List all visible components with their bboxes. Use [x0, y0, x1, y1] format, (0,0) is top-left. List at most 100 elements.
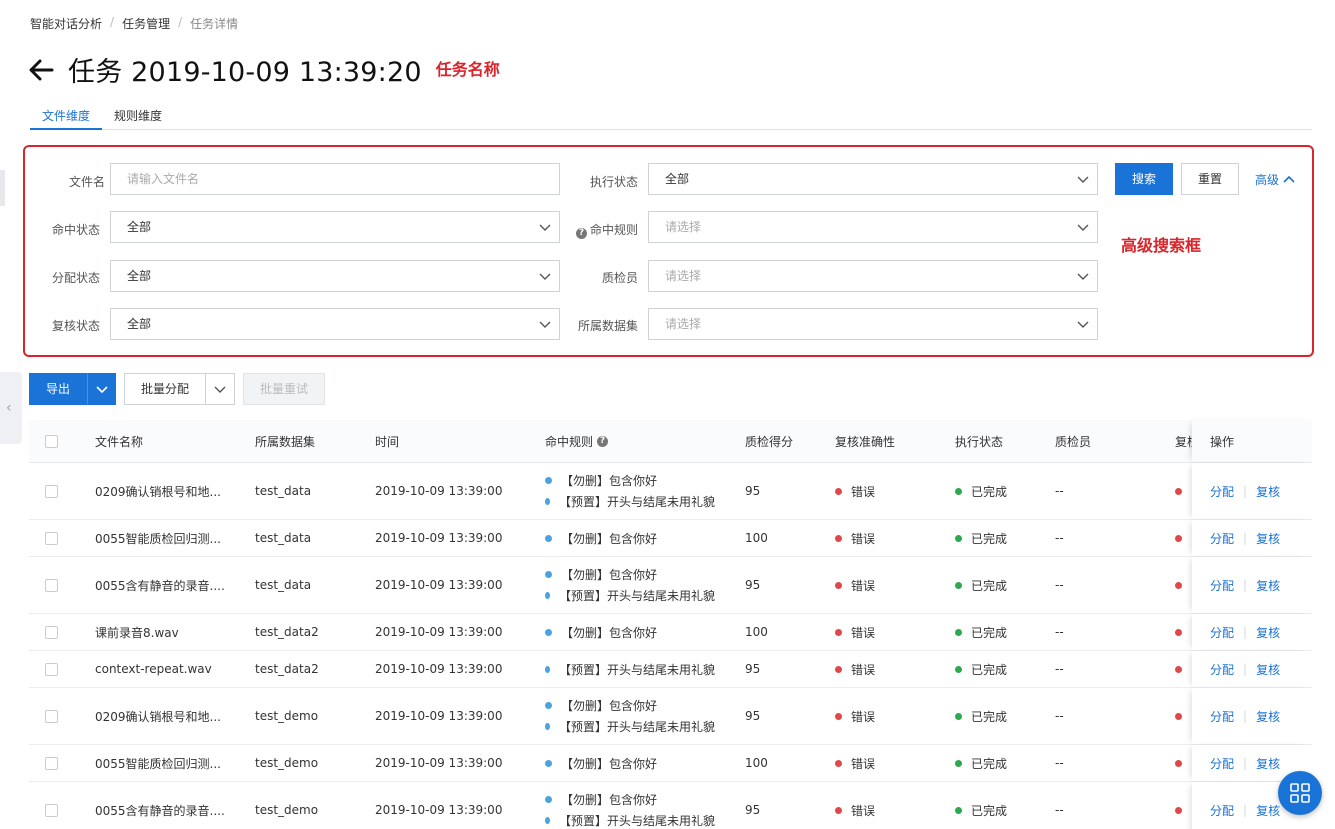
batch-assign-dropdown-button[interactable] — [205, 373, 235, 405]
file-name-input[interactable]: 请输入文件名 — [110, 163, 560, 195]
file-name-cell[interactable]: 0055含有静音的录音.... — [95, 782, 225, 829]
page-header: 任务 2019-10-09 13:39:20 任务名称 — [28, 50, 500, 89]
score-cell: 95 — [745, 662, 761, 676]
tab-file-dimension[interactable]: 文件维度 — [30, 104, 103, 130]
file-name-cell[interactable]: context-repeat.wav — [95, 651, 212, 687]
hit-rule-text: 【预置】开头与结尾未用礼貌 — [558, 662, 715, 677]
breadcrumb-item-task-management[interactable]: 任务管理 — [122, 15, 170, 32]
sidebar-collapse-handle[interactable]: ‹ — [0, 372, 22, 444]
review-accuracy-cell: 错误 — [835, 651, 875, 687]
dataset-select[interactable]: 请选择 — [648, 308, 1098, 340]
export-button[interactable]: 导出 — [29, 373, 87, 405]
review-link[interactable]: 复核 — [1256, 577, 1280, 594]
chevron-down-icon — [539, 224, 551, 231]
results-table: 文件名称 所属数据集 时间 命中规则? 质检得分 复核准确性 执行状态 质检员 … — [29, 420, 1312, 829]
header-hit-rules[interactable]: 命中规则? — [545, 420, 611, 462]
table-row: 0055含有静音的录音.... test_demo 2019-10-09 13:39… — [29, 782, 1312, 829]
file-name-cell[interactable]: 0209确认销根号和地... — [95, 463, 221, 519]
inspector-select[interactable]: 请选择 — [648, 260, 1098, 292]
hit-rule-select[interactable]: 请选择 — [648, 211, 1098, 243]
exec-status-cell: 已完成 — [955, 688, 1007, 744]
assign-link[interactable]: 分配 — [1210, 577, 1234, 594]
review-link[interactable]: 复核 — [1256, 755, 1280, 772]
inspector-placeholder: 请选择 — [665, 269, 702, 283]
row-checkbox[interactable] — [45, 484, 58, 498]
status-done-dot-icon — [955, 628, 962, 636]
dataset-cell: test_data — [255, 531, 312, 545]
batch-assign-button[interactable]: 批量分配 — [124, 373, 206, 405]
export-dropdown-button[interactable] — [87, 373, 116, 405]
hit-status-select[interactable]: 全部 — [110, 211, 560, 243]
assign-status-select[interactable]: 全部 — [110, 260, 560, 292]
file-name-cell[interactable]: 0055智能质检回归测... — [95, 520, 221, 556]
breadcrumb-item-current: 任务详情 — [190, 17, 239, 31]
assign-link[interactable]: 分配 — [1210, 708, 1234, 725]
hit-rule-text: 【预置】开头与结尾未用礼貌 — [558, 814, 715, 828]
header-score[interactable]: 质检得分 — [745, 420, 793, 462]
assign-link[interactable]: 分配 — [1210, 755, 1234, 772]
header-time[interactable]: 时间 — [375, 420, 399, 462]
search-button[interactable]: 搜索 — [1115, 163, 1173, 195]
row-checkbox[interactable] — [45, 803, 58, 817]
row-checkbox[interactable] — [45, 756, 58, 770]
assign-link[interactable]: 分配 — [1210, 624, 1234, 641]
file-name-cell[interactable]: 0209确认销根号和地... — [95, 688, 221, 744]
batch-retry-button[interactable]: 批量重试 — [243, 373, 325, 405]
hit-rules-cell: 【勿删】包含你好 【预置】开头与结尾未用礼貌 — [545, 688, 715, 744]
exec-status-cell: 已完成 — [955, 614, 1007, 650]
status-error-dot-icon — [835, 534, 842, 542]
question-circle-icon[interactable]: ? — [597, 435, 609, 447]
file-name-cell[interactable]: 0055智能质检回归测... — [95, 745, 221, 781]
time-cell: 2019-10-09 13:39:00 — [375, 625, 503, 639]
review-link[interactable]: 复核 — [1256, 483, 1280, 500]
header-inspector[interactable]: 质检员 — [1055, 420, 1091, 462]
score-cell: 100 — [745, 756, 768, 770]
hit-rules-cell: 【勿删】包含你好 【预置】开头与结尾未用礼貌 — [545, 782, 715, 829]
assign-link[interactable]: 分配 — [1210, 661, 1234, 678]
tab-rule-dimension[interactable]: 规则维度 — [102, 104, 174, 130]
header-actions-column: 操作 — [1192, 420, 1312, 462]
hit-rules-cell: 【勿删】包含你好 【预置】开头与结尾未用礼貌 — [545, 557, 715, 613]
breadcrumb-separator: / — [178, 15, 183, 29]
row-checkbox-cell — [45, 782, 58, 829]
review-status-cell — [1175, 463, 1191, 519]
header-dataset[interactable]: 所属数据集 — [255, 420, 315, 462]
row-checkbox[interactable] — [45, 662, 58, 676]
review-link[interactable]: 复核 — [1256, 802, 1280, 819]
advanced-search-panel: 文件名 请输入文件名 执行状态 全部 搜索 重置 高级 命中状态 全部 ? 命中规… — [23, 145, 1314, 357]
advanced-toggle[interactable]: 高级 — [1255, 171, 1295, 188]
status-error-dot-icon — [835, 712, 842, 720]
row-checkbox[interactable] — [45, 709, 58, 723]
file-name-cell[interactable]: 课前录音8.wav — [95, 614, 179, 650]
header-review-accuracy[interactable]: 复核准确性 — [835, 420, 895, 462]
review-link[interactable]: 复核 — [1256, 708, 1280, 725]
question-circle-icon[interactable]: ? — [575, 228, 587, 239]
row-checkbox[interactable] — [45, 578, 58, 592]
chevron-down-icon — [1077, 224, 1089, 231]
arrow-left-icon[interactable] — [28, 56, 56, 84]
review-status-select[interactable]: 全部 — [110, 308, 560, 340]
reset-button[interactable]: 重置 — [1181, 163, 1239, 195]
floating-apps-button[interactable] — [1278, 771, 1322, 815]
breadcrumb-item-analysis[interactable]: 智能对话分析 — [30, 15, 102, 32]
review-accuracy-cell: 错误 — [835, 520, 875, 556]
row-checkbox[interactable] — [45, 625, 58, 639]
header-file-name[interactable]: 文件名称 — [95, 420, 143, 462]
review-link[interactable]: 复核 — [1256, 661, 1280, 678]
rule-dot-icon — [545, 796, 552, 803]
status-error-dot-icon — [835, 665, 842, 673]
exec-status-select[interactable]: 全部 — [648, 163, 1098, 195]
review-accuracy-text: 错误 — [851, 531, 876, 546]
header-exec-status[interactable]: 执行状态 — [955, 420, 1003, 462]
select-all-checkbox[interactable] — [45, 434, 58, 448]
assign-link[interactable]: 分配 — [1210, 530, 1234, 547]
score-cell: 100 — [745, 531, 768, 545]
file-name-cell[interactable]: 0055含有静音的录音.... — [95, 557, 225, 613]
hit-rules-cell: 【勿删】包含你好 — [545, 745, 715, 781]
row-checkbox[interactable] — [45, 531, 58, 545]
review-link[interactable]: 复核 — [1256, 624, 1280, 641]
assign-link[interactable]: 分配 — [1210, 802, 1234, 819]
review-link[interactable]: 复核 — [1256, 530, 1280, 547]
review-status-cell — [1175, 614, 1191, 650]
assign-link[interactable]: 分配 — [1210, 483, 1234, 500]
